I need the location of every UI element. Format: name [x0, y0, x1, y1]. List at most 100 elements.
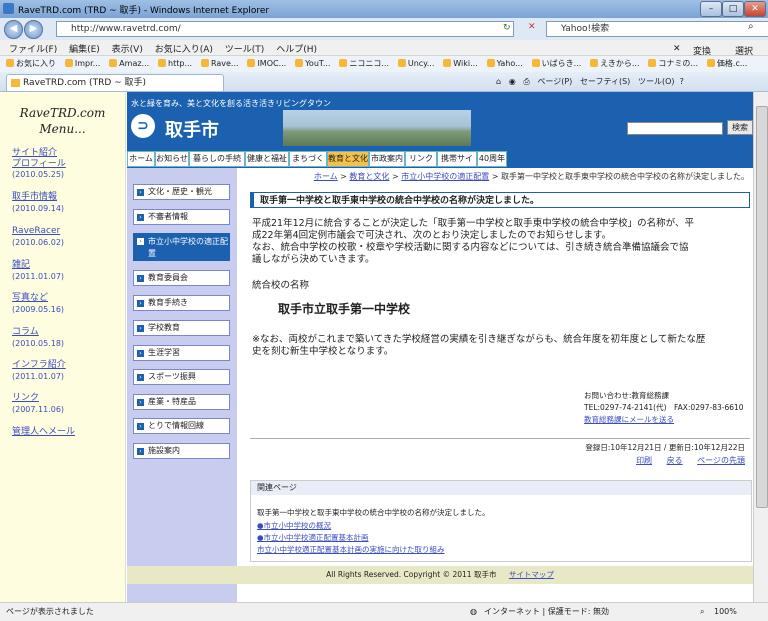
gnav-links[interactable]: リンク集 — [405, 151, 437, 177]
back-link[interactable]: 戻る — [667, 456, 683, 465]
minimize-button[interactable]: – — [700, 1, 722, 17]
favorite-link[interactable]: 価格.c... — [706, 58, 747, 69]
gnav-40th[interactable]: 40周年 — [477, 151, 507, 167]
help-icon[interactable]: ? — [680, 77, 684, 86]
sidebar-item-photos[interactable]: 写真など — [12, 293, 48, 303]
sidebar-item-toride-info[interactable]: 取手市情報 — [12, 192, 57, 202]
gnav-procedures[interactable]: 暮らしの手続き — [189, 151, 245, 177]
favorite-link[interactable]: Rave... — [200, 59, 239, 68]
favorite-link[interactable]: IMOC... — [247, 59, 286, 68]
sidebar-item-infra[interactable]: インフラ紹介 — [12, 360, 66, 370]
print-link[interactable]: 印刷 — [636, 456, 652, 465]
menu-view[interactable]: 表示(V) — [112, 42, 143, 55]
lnav-edu-procedures[interactable]: › 教育手続き — [133, 295, 230, 311]
favorite-link[interactable]: ニコニコ... — [339, 58, 389, 69]
arrow-icon: › — [137, 238, 144, 245]
stop-icon[interactable]: ✕ — [528, 22, 536, 32]
maximize-button[interactable]: □ — [722, 1, 744, 17]
favorite-link[interactable]: いばらき... — [531, 58, 581, 69]
close-button[interactable]: ✕ — [744, 1, 766, 17]
article-paragraph: 平成21年12月に統合することが決定した「取手第一中学校と取手東中学校の統合中学… — [252, 218, 694, 265]
gnav-government[interactable]: 市政案内 — [369, 151, 405, 167]
menu-file[interactable]: ファイル(F) — [9, 42, 57, 55]
gnav-news[interactable]: お知らせ — [155, 151, 189, 167]
back-button[interactable]: ◀ — [4, 20, 23, 39]
site-search-input[interactable] — [627, 122, 723, 135]
vertical-scrollbar[interactable] — [753, 92, 768, 602]
city-logo-icon[interactable]: ⊃ — [131, 114, 155, 138]
sitemap-link[interactable]: サイトマップ — [509, 570, 554, 579]
lnav-school-edu[interactable]: › 学校教育 — [133, 320, 230, 336]
lnav-suspicious[interactable]: › 不審者情報 — [133, 209, 230, 225]
breadcrumb-placement[interactable]: 市立小中学校の適正配置 — [401, 172, 489, 181]
lnav-board[interactable]: › 教育委員会 — [133, 270, 230, 286]
page-menu[interactable]: ページ(P) — [537, 77, 572, 86]
lnav-industry[interactable]: › 産業・特産品 — [133, 394, 230, 410]
feeds-icon[interactable]: ◉ — [509, 77, 516, 86]
lnav-school-placement[interactable]: › 市立小中学校の適正配置 — [133, 233, 230, 261]
sidebar-date: (2010.05.18) — [12, 339, 65, 348]
search-input[interactable]: Yahoo!検索 — [546, 21, 768, 37]
lnav-info-line[interactable]: › とりで情報回線 — [133, 418, 230, 434]
favorites-button[interactable]: お気に入り — [6, 58, 56, 69]
favorite-link[interactable]: http... — [158, 59, 192, 68]
related-link[interactable]: ●市立小中学校の概況 — [257, 520, 331, 531]
favorite-link[interactable]: YouT... — [295, 59, 330, 68]
menu-tools[interactable]: ツール(T) — [225, 42, 265, 55]
print-icon[interactable]: ⎙ — [523, 77, 529, 86]
related-link[interactable]: 市立小中学校適正配置基本計画の実施に向けた取り組み — [257, 544, 445, 555]
favorite-link[interactable]: Amaz... — [109, 59, 149, 68]
lnav-facilities[interactable]: › 施設案内 — [133, 443, 230, 459]
sidebar-item-mail-admin[interactable]: 管理人へメール — [12, 427, 75, 437]
lnav-sports[interactable]: › スポーツ振興 — [133, 369, 230, 385]
gnav-education[interactable]: 教育と文化 — [327, 151, 369, 167]
related-link[interactable]: ●市立小中学校適正配置基本計画 — [257, 532, 369, 543]
sidebar-item-site-intro[interactable]: サイト紹介 — [12, 148, 57, 158]
menu-help[interactable]: ヘルプ(H) — [276, 42, 317, 55]
search-icon[interactable]: ⌕ — [748, 21, 754, 32]
breadcrumb: ホーム > 教育と文化 > 市立小中学校の適正配置 > 取手第一中学校と取手東中… — [313, 172, 749, 181]
page-top-link[interactable]: ページの先頭 — [697, 456, 745, 465]
window-title: RaveTRD.com (TRD ~ 取手) - Windows Interne… — [18, 6, 270, 16]
favorite-link[interactable]: Yaho... — [486, 59, 523, 68]
gnav-health[interactable]: 健康と福祉 — [245, 151, 289, 167]
close-toolbar-icon[interactable]: ✕ — [673, 44, 681, 54]
sidebar-item-profile[interactable]: プロフィール — [12, 159, 66, 169]
city-name[interactable]: 取手市 — [165, 116, 219, 142]
browser-tab[interactable]: RaveTRD.com (TRD ~ 取手) — [6, 74, 224, 91]
menu-edit[interactable]: 編集(E) — [69, 42, 100, 55]
favorite-link[interactable]: コナミの... — [648, 58, 698, 69]
contact-mail-link[interactable]: 教育総務課にメールを送る — [584, 414, 744, 426]
sidebar-item-links[interactable]: リンク — [12, 393, 39, 403]
scroll-thumb[interactable] — [756, 106, 768, 508]
site-search-button[interactable]: 検索 — [727, 120, 753, 135]
url-input[interactable]: http://www.ravetrd.com/ — [56, 21, 514, 37]
home-icon[interactable]: ⌂ — [496, 77, 501, 86]
tools-menu[interactable]: ツール(O) — [638, 77, 675, 86]
zone-text: インターネット | 保護モード: 無効 — [484, 607, 610, 616]
lnav-lifelong[interactable]: › 生涯学習 — [133, 345, 230, 361]
zoom-icon[interactable]: ⌕ — [700, 603, 704, 621]
sidebar-item-column[interactable]: コラム — [12, 327, 39, 337]
sidebar-item-raveracer[interactable]: RaveRacer — [12, 226, 60, 236]
gnav-town[interactable]: まちづくり — [289, 151, 327, 177]
safety-menu[interactable]: セーフティ(S) — [580, 77, 630, 86]
gnav-home[interactable]: ホーム — [127, 151, 155, 167]
refresh-icon[interactable]: ↻ — [503, 23, 511, 33]
contact-info: お問い合わせ:教育総務課 TEL:0297-74-2141(代) FAX:029… — [584, 391, 744, 426]
gnav-mobile[interactable]: 携帯サイト — [437, 151, 477, 177]
breadcrumb-home[interactable]: ホーム — [314, 172, 338, 181]
zoom-level[interactable]: 100% — [714, 603, 737, 621]
breadcrumb-education[interactable]: 教育と文化 — [349, 172, 389, 181]
favorite-link[interactable]: Uncy... — [397, 59, 434, 68]
favorite-link[interactable]: Wiki... — [443, 59, 478, 68]
favorites-bar: お気に入り Impr... Amaz... http... Rave... IM… — [0, 56, 768, 73]
favorite-link[interactable]: Impr... — [64, 59, 100, 68]
favorite-link[interactable]: えきから... — [590, 58, 640, 69]
page-icon — [247, 59, 256, 67]
sidebar-item-notes[interactable]: 雑記 — [12, 260, 30, 270]
menu-favorites[interactable]: お気に入り(A) — [155, 42, 213, 55]
related-title: 関連ページ — [251, 481, 751, 495]
lnav-culture[interactable]: › 文化・歴史・観光 — [133, 184, 230, 200]
forward-button[interactable]: ▶ — [24, 20, 43, 39]
